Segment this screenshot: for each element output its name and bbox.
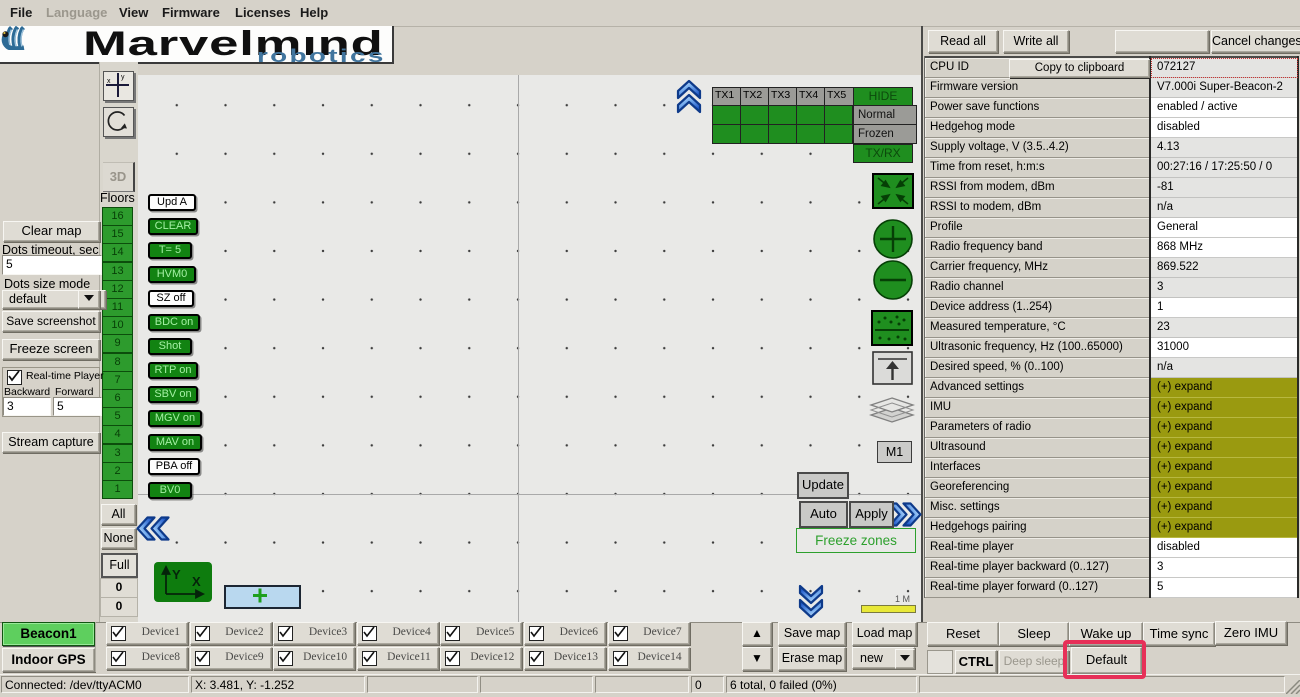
- svg-text:Y: Y: [172, 567, 181, 582]
- svg-text:x: x: [107, 78, 111, 85]
- svg-text:y: y: [121, 74, 125, 81]
- svg-text:X: X: [192, 574, 201, 589]
